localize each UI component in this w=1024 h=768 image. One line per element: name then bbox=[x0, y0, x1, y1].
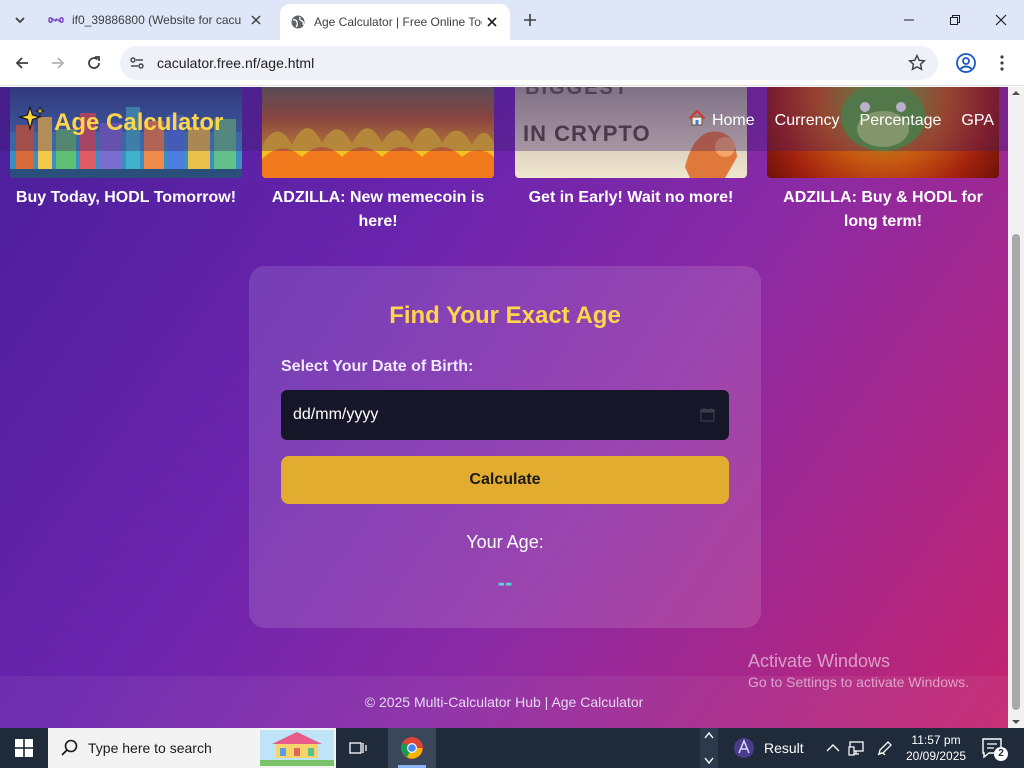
task-view-button[interactable] bbox=[344, 736, 374, 760]
search-highlight-carousel-icon bbox=[260, 730, 334, 766]
chrome-taskbar-button[interactable] bbox=[388, 728, 436, 768]
scroll-down-icon[interactable] bbox=[1012, 718, 1020, 726]
taskbar-search[interactable]: Type here to search bbox=[48, 728, 336, 768]
clock-date: 20/09/2025 bbox=[906, 749, 967, 763]
tab-search-button[interactable] bbox=[6, 6, 34, 34]
nav-currency[interactable]: Currency bbox=[775, 112, 840, 130]
date-placeholder: dd/mm/yyyy bbox=[293, 406, 379, 423]
scroll-up-icon[interactable] bbox=[1012, 89, 1020, 97]
plus-icon bbox=[524, 14, 536, 26]
new-tab-button[interactable] bbox=[518, 8, 542, 32]
close-tab-icon[interactable] bbox=[246, 10, 266, 30]
restore-button[interactable] bbox=[932, 0, 978, 40]
calculate-button[interactable]: Calculate bbox=[281, 456, 729, 504]
globe-icon bbox=[290, 14, 306, 30]
address-bar[interactable]: caculator.free.nf/age.html bbox=[120, 46, 938, 80]
widget-result[interactable]: Result bbox=[732, 736, 804, 760]
network-icon[interactable] bbox=[848, 739, 866, 757]
nav-percentage[interactable]: Percentage bbox=[860, 112, 942, 130]
reload-icon bbox=[88, 56, 100, 69]
result-widget-label: Result bbox=[764, 740, 804, 756]
task-view-icon bbox=[349, 742, 367, 754]
forward-button[interactable] bbox=[44, 49, 72, 77]
dob-label: Select Your Date of Birth: bbox=[281, 358, 474, 375]
close-window-button[interactable] bbox=[978, 0, 1024, 40]
result-label: Your Age: bbox=[466, 532, 544, 552]
tab-age-calculator[interactable]: Age Calculator | Free Online Too bbox=[280, 4, 510, 40]
scrollbar-thumb[interactable] bbox=[1012, 234, 1020, 710]
game-result-icon bbox=[734, 738, 754, 758]
main-nav: Home Currency Percentage GPA bbox=[668, 109, 994, 132]
url-text: caculator.free.nf/age.html bbox=[157, 55, 315, 71]
watermark-title: Activate Windows bbox=[748, 651, 891, 671]
result-value: -- bbox=[497, 570, 513, 595]
clock-time: 11:57 pm bbox=[911, 733, 961, 747]
site-footer: © 2025 Multi-Calculator Hub | Age Calcul… bbox=[0, 676, 1008, 728]
site-logo[interactable]: Age Calculator bbox=[17, 104, 224, 140]
page-viewport: Buy Today, HODL Tomorrow! ADZILLA: New m… bbox=[0, 87, 1008, 728]
tab-title: if0_39886800 (Website for cacu bbox=[72, 13, 242, 27]
chrome-icon bbox=[401, 737, 423, 759]
browser-tab-bar: if0_39886800 (Website for cacu Age Calcu… bbox=[0, 0, 1024, 40]
nav-home-label: Home bbox=[711, 111, 755, 129]
calendar-icon[interactable] bbox=[700, 407, 715, 422]
back-button[interactable] bbox=[8, 49, 36, 77]
card-title: Find Your Exact Age bbox=[389, 302, 621, 329]
minimize-icon bbox=[904, 19, 914, 21]
ad-caption[interactable]: Get in Early! Wait no more! bbox=[515, 186, 747, 210]
show-hidden-icons-icon[interactable] bbox=[824, 739, 842, 757]
page-scrollbar[interactable] bbox=[1008, 87, 1024, 728]
notification-count-badge: 2 bbox=[994, 747, 1008, 761]
house-icon bbox=[688, 109, 706, 132]
close-icon bbox=[995, 14, 1007, 26]
browser-menu-button[interactable] bbox=[990, 51, 1014, 75]
profile-icon[interactable] bbox=[954, 51, 978, 75]
chevron-down-icon bbox=[15, 17, 25, 24]
nav-gpa[interactable]: GPA bbox=[961, 112, 994, 130]
tab-hosting[interactable]: if0_39886800 (Website for cacu bbox=[38, 0, 274, 40]
date-of-birth-input[interactable]: dd/mm/yyyy bbox=[281, 390, 729, 440]
back-arrow-icon bbox=[15, 57, 28, 69]
site-header: Age Calculator Home Currency Percentage … bbox=[0, 87, 1008, 151]
chevron-down-icon[interactable] bbox=[704, 757, 714, 765]
site-info-icon[interactable] bbox=[124, 50, 150, 76]
reload-button[interactable] bbox=[80, 49, 108, 77]
forward-arrow-icon bbox=[52, 57, 65, 69]
windows-logo-icon bbox=[15, 739, 33, 757]
kebab-menu-icon bbox=[1000, 55, 1004, 71]
system-clock[interactable]: 11:57 pm 20/09/2025 bbox=[906, 732, 966, 764]
restore-icon bbox=[950, 15, 960, 25]
pen-icon[interactable] bbox=[876, 739, 894, 757]
search-icon bbox=[61, 739, 78, 756]
sparkles-icon bbox=[17, 104, 46, 140]
ad-caption[interactable]: ADZILLA: Buy & HODL for long term! bbox=[767, 186, 999, 234]
footer-text: © 2025 Multi-Calculator Hub | Age Calcul… bbox=[364, 694, 644, 710]
taskbar-scroller[interactable] bbox=[700, 728, 718, 768]
chevron-up-icon[interactable] bbox=[704, 731, 714, 739]
search-placeholder: Type here to search bbox=[88, 740, 212, 756]
ad-caption[interactable]: ADZILLA: New memecoin is here! bbox=[262, 186, 494, 234]
bookmark-star-icon[interactable] bbox=[908, 54, 926, 72]
start-button[interactable] bbox=[0, 728, 48, 768]
ad-caption[interactable]: Buy Today, HODL Tomorrow! bbox=[10, 186, 242, 210]
minimize-button[interactable] bbox=[886, 0, 932, 40]
age-calculator-card: Find Your Exact Age Select Your Date of … bbox=[249, 266, 761, 628]
tab-title: Age Calculator | Free Online Too bbox=[314, 15, 482, 29]
close-tab-icon[interactable] bbox=[482, 12, 502, 32]
browser-toolbar: caculator.free.nf/age.html bbox=[0, 40, 1024, 86]
windows-taskbar: Type here to search Result 11:57 pm 20/0… bbox=[0, 728, 1024, 768]
infinity-icon bbox=[48, 12, 64, 28]
nav-home[interactable]: Home bbox=[688, 109, 755, 132]
logo-text: Age Calculator bbox=[54, 108, 224, 136]
